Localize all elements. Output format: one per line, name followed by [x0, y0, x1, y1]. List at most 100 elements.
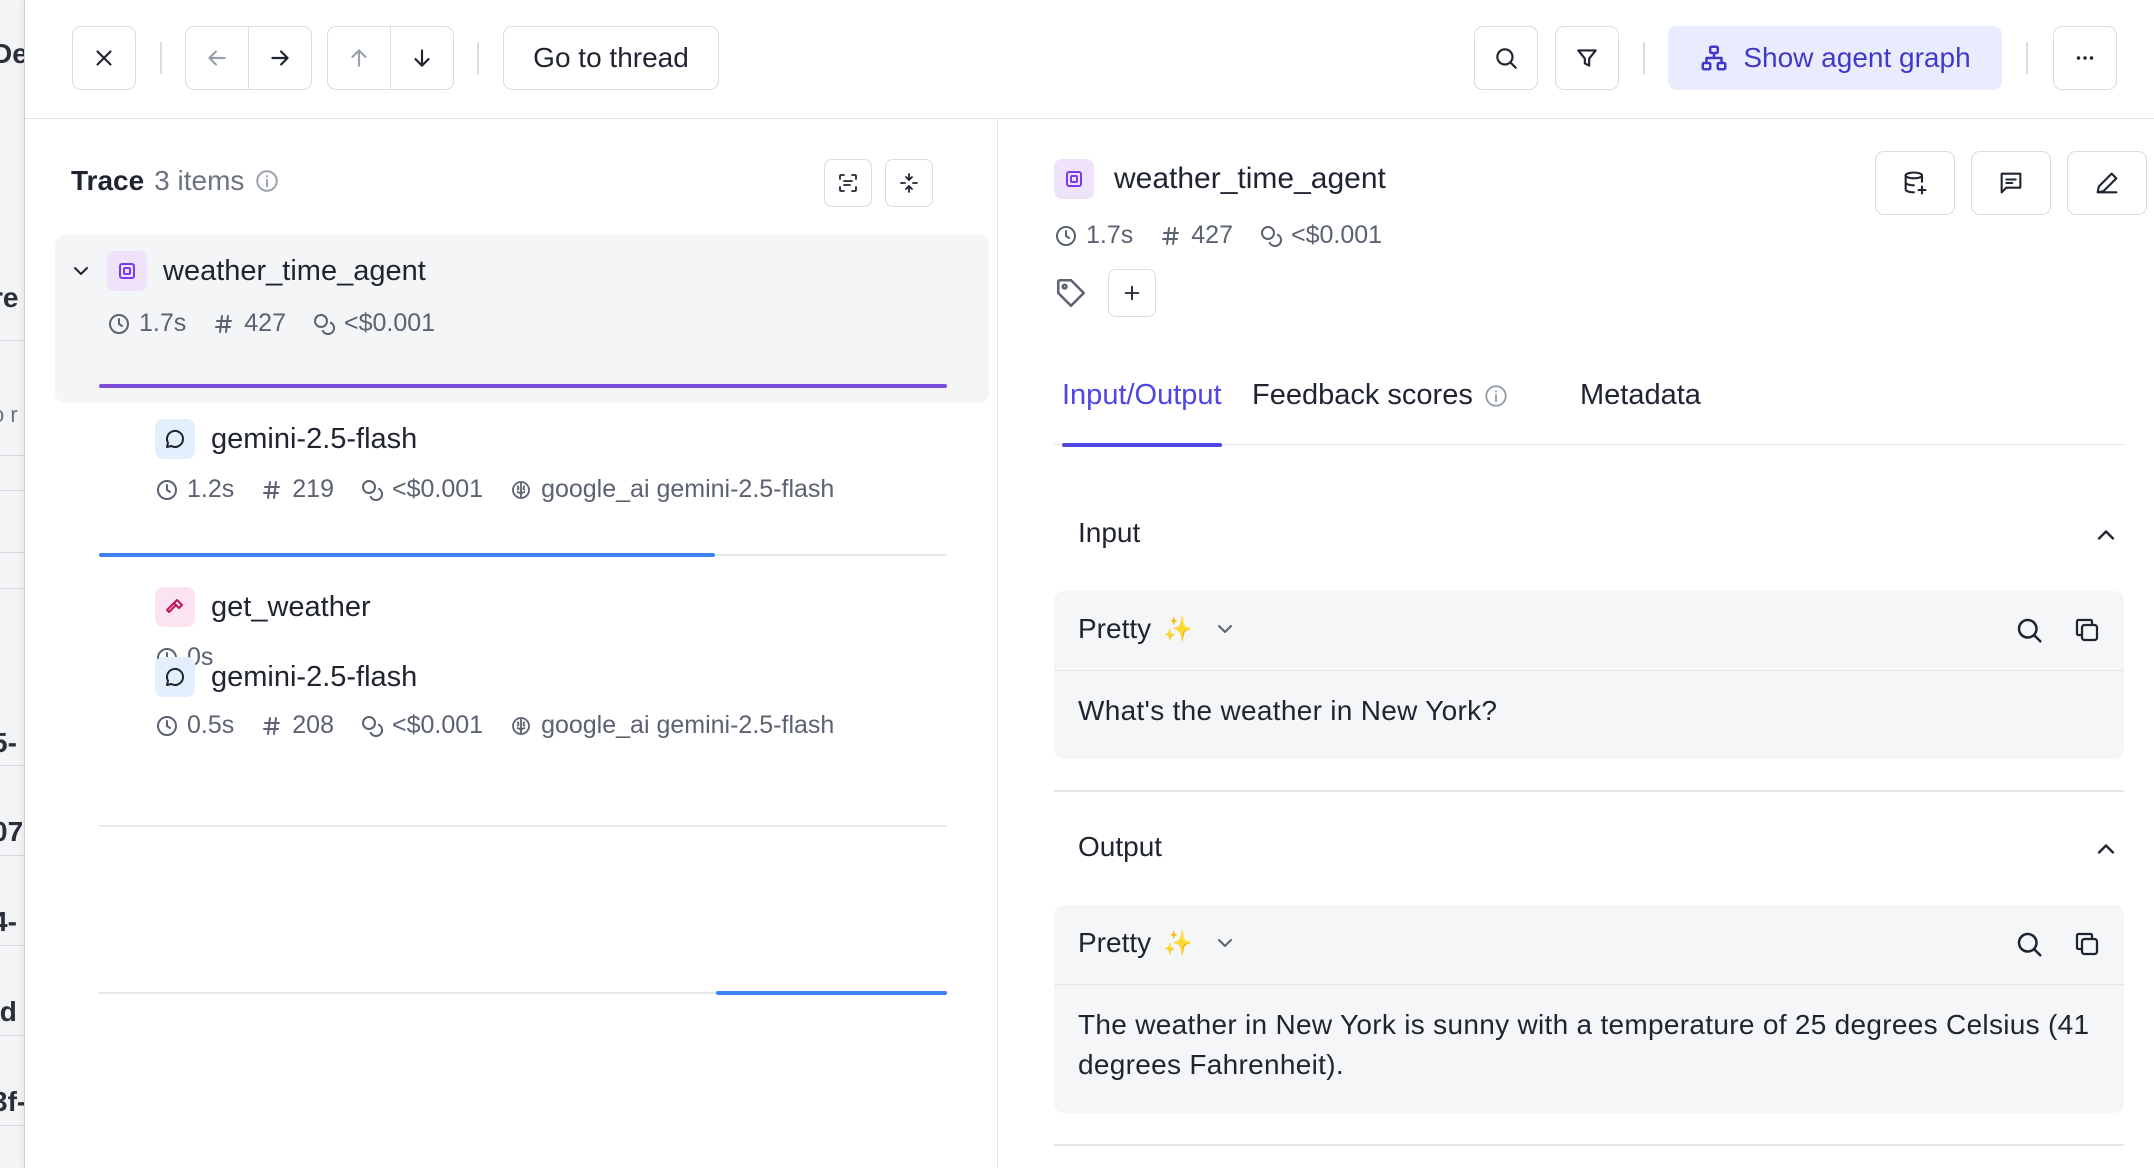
message-circle-icon: [166, 667, 185, 686]
node-name: gemini-2.5-flash: [211, 660, 418, 693]
trace-header: Trace 3 items: [71, 165, 280, 197]
collapse-all-button[interactable]: [885, 159, 933, 207]
trace-detail-panel: Go to thread Show agent graph Trace 3 it…: [25, 0, 2154, 1168]
info-icon: [1485, 385, 1507, 407]
search-icon[interactable]: [2014, 615, 2044, 645]
close-button[interactable]: [72, 26, 136, 90]
format-select[interactable]: Pretty ✨: [1078, 613, 1237, 645]
arrow-down-icon: [413, 49, 430, 67]
chevron-up-icon[interactable]: [2092, 521, 2120, 549]
tab-input-output[interactable]: Input/Output: [1062, 369, 1222, 447]
tag-icon: [1054, 276, 1088, 310]
more-horizontal-icon: [2076, 56, 2094, 60]
chevron-down-icon: [74, 267, 88, 275]
trace-node-agent[interactable]: weather_time_agent 1.7s 427 <$0.001: [55, 235, 989, 403]
search-button[interactable]: [1474, 26, 1538, 90]
coins-icon: [361, 479, 383, 501]
trace-count: 3 items: [154, 165, 245, 196]
format-select[interactable]: Pretty ✨: [1078, 927, 1237, 959]
tab-feedback-scores[interactable]: Feedback scores: [1252, 369, 1509, 445]
node-name: get_weather: [211, 590, 371, 623]
arrow-right-icon: [270, 50, 289, 66]
info-icon: [256, 170, 279, 192]
coins-icon: [1260, 225, 1282, 247]
filter-button[interactable]: [1555, 26, 1619, 90]
sparkle-icon: ✨: [1163, 929, 1194, 957]
bg-fragment: re: [0, 282, 19, 313]
tab-metadata[interactable]: Metadata: [1580, 369, 1701, 445]
clock-icon: [109, 313, 129, 334]
output-text: The weather in New York is sunny with a …: [1078, 1009, 2090, 1080]
input-section-title[interactable]: Input: [1078, 517, 1140, 549]
search-icon[interactable]: [2014, 929, 2044, 959]
tags-row: [1054, 269, 1156, 317]
hash-icon: [215, 314, 233, 333]
comment-button[interactable]: [1971, 151, 2051, 215]
agent-icon: [119, 263, 135, 279]
network-icon: [1701, 45, 1727, 71]
move-down-button[interactable]: [390, 27, 452, 89]
hash-icon: [263, 480, 281, 499]
clock-icon: [157, 479, 177, 500]
arrow-left-icon: [208, 50, 226, 66]
next-button[interactable]: [248, 27, 310, 89]
detail-header: weather_time_agent: [1054, 159, 1386, 199]
node-duration: 0.5s: [187, 711, 235, 739]
detail-title: weather_time_agent: [1114, 162, 1386, 195]
node-duration: 1.7s: [139, 309, 187, 337]
close-icon: [96, 50, 112, 66]
node-tokens: 427: [244, 309, 286, 337]
previous-button[interactable]: [186, 27, 248, 89]
duration-bar: [99, 384, 947, 388]
output-viewer-header: Pretty ✨: [1054, 905, 2124, 985]
node-cost: <$0.001: [391, 711, 484, 739]
detail-duration: 1.7s: [1086, 221, 1134, 249]
edit-button[interactable]: [2067, 151, 2147, 215]
agent-badge: [107, 251, 147, 291]
database-plus-icon: [1904, 171, 1927, 195]
add-to-dataset-button[interactable]: [1875, 151, 1955, 215]
node-cost: <$0.001: [343, 309, 436, 337]
pencil-icon: [2096, 172, 2118, 194]
detail-meta: 1.7s 427 <$0.001: [1054, 221, 1382, 250]
bg-fragment: o r: [0, 402, 18, 427]
detail-cost: <$0.001: [1290, 221, 1383, 249]
brain-icon: [512, 716, 530, 735]
add-tag-button[interactable]: [1108, 269, 1156, 317]
trace-node-llm[interactable]: gemini-2.5-flash 0.5s 208 <$0.001 google…: [55, 657, 989, 995]
arrow-up-icon: [351, 49, 367, 67]
more-options-button[interactable]: [2053, 26, 2117, 90]
output-section-title[interactable]: Output: [1078, 831, 1162, 863]
coins-icon: [361, 715, 383, 737]
span-detail-panel: weather_time_agent 1.7s 427 <$0.001 Inpu…: [1000, 119, 2154, 1168]
go-to-thread-button[interactable]: Go to thread: [503, 26, 719, 90]
duration-bar: [99, 553, 715, 557]
show-agent-graph-button[interactable]: Show agent graph: [1668, 26, 2002, 90]
chevron-down-icon: [1218, 625, 1233, 633]
node-tokens: 219: [292, 475, 334, 503]
node-tokens: 208: [292, 711, 334, 739]
agent-icon: [1066, 171, 1082, 187]
bg-fragment: 4-: [0, 906, 17, 937]
copy-icon[interactable]: [2072, 615, 2102, 645]
output-viewer: Pretty ✨ The weather in New York is sunn…: [1054, 905, 2124, 1113]
coins-icon: [313, 313, 335, 335]
agent-badge: [1054, 159, 1094, 199]
llm-badge: [155, 657, 195, 697]
message-circle-icon: [166, 429, 185, 448]
node-name: gemini-2.5-flash: [211, 422, 418, 455]
chevron-up-icon[interactable]: [2092, 835, 2120, 863]
duration-bar: [716, 991, 947, 995]
copy-icon[interactable]: [2072, 929, 2102, 959]
bg-fragment: 3f-: [0, 1086, 25, 1117]
detail-tokens: 427: [1191, 221, 1233, 249]
sparkle-icon: ✨: [1163, 615, 1194, 643]
trace-tree-panel: Trace 3 items weather_time_agent 1.7s 42…: [25, 119, 998, 1168]
bg-fragment: 5-: [0, 727, 17, 758]
prev-next-group: [185, 26, 312, 90]
node-model: google_ai gemini-2.5-flash: [541, 711, 835, 739]
trace-node-llm[interactable]: gemini-2.5-flash 1.2s 219 <$0.001 google…: [55, 403, 989, 571]
move-up-button[interactable]: [328, 27, 390, 89]
bg-fragment: ld: [0, 996, 17, 1027]
scan-button[interactable]: [824, 159, 872, 207]
